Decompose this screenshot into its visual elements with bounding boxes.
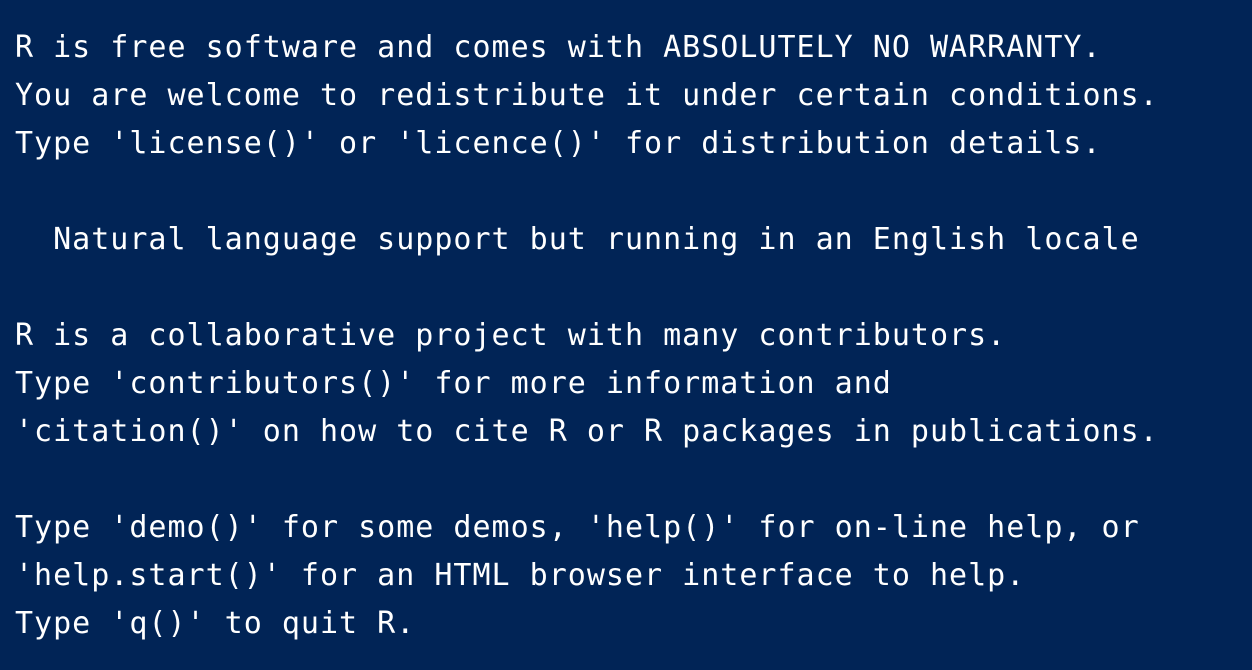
console-line-license: Type 'license()' or 'licence()' for dist… [15,126,1102,161]
console-line-quit: Type 'q()' to quit R. [15,606,416,641]
console-line-blank [15,168,1237,216]
console-line-contributors: Type 'contributors()' for more informati… [15,366,892,401]
console-line-blank [15,264,1237,312]
console-line-help-start: 'help.start()' for an HTML browser inter… [15,558,1026,593]
console-line-demo-help: Type 'demo()' for some demos, 'help()' f… [15,510,1140,545]
console-line-blank [15,456,1237,504]
r-console-output[interactable]: R is free software and comes with ABSOLU… [0,0,1252,670]
console-line-citation: 'citation()' on how to cite R or R packa… [15,414,1159,449]
console-line-warranty: R is free software and comes with ABSOLU… [15,30,1102,65]
console-line-locale: Natural language support but running in … [15,222,1140,257]
console-line-collaborative: R is a collaborative project with many c… [15,318,1007,353]
console-line-redistribute: You are welcome to redistribute it under… [15,78,1159,113]
